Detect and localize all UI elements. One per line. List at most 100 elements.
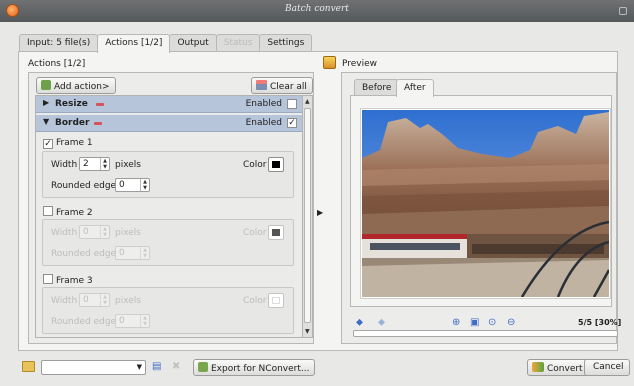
frame1-unit: pixels bbox=[115, 160, 141, 170]
frame2-color-button bbox=[268, 225, 284, 240]
frame2-rounded-label: Rounded edge bbox=[51, 249, 117, 259]
enabled-checkbox[interactable] bbox=[287, 99, 297, 109]
action-name: Resize bbox=[55, 99, 88, 109]
tab-status: Status bbox=[215, 34, 261, 52]
action-name: Border bbox=[55, 118, 90, 128]
frame1-label: Frame 1 bbox=[56, 138, 93, 148]
page-counter: 5/5 [30%] bbox=[578, 318, 622, 327]
save-icon[interactable]: ▤ bbox=[152, 361, 161, 372]
title-bar: Batch convert bbox=[0, 0, 634, 22]
frame2-unit: pixels bbox=[115, 228, 141, 238]
collapse-arrow-icon[interactable]: ▼ bbox=[43, 117, 49, 126]
frame3-width-value: 0 bbox=[83, 295, 89, 305]
frame1-color-label: Color bbox=[243, 160, 267, 170]
frame1-color-swatch bbox=[272, 161, 280, 168]
folder-icon[interactable] bbox=[22, 361, 35, 372]
convert-label: Convert bbox=[547, 364, 583, 374]
frame1-checkbox[interactable]: ✓ bbox=[43, 139, 53, 149]
tab-output[interactable]: Output bbox=[169, 34, 217, 52]
clear-all-label: Clear all bbox=[270, 82, 307, 92]
frame2-checkbox[interactable] bbox=[43, 206, 53, 216]
prev-arrow-icon[interactable]: ⬥ bbox=[356, 317, 363, 328]
tab-settings[interactable]: Settings bbox=[259, 34, 313, 52]
preview-image bbox=[362, 110, 609, 297]
action-header-resize[interactable]: ▶ Resize Enabled bbox=[36, 96, 302, 113]
frame3-unit: pixels bbox=[115, 296, 141, 306]
chevron-down-icon[interactable]: ▼ bbox=[137, 363, 142, 371]
preset-combo[interactable]: ▼ bbox=[41, 360, 146, 375]
frame3-color-swatch bbox=[272, 297, 280, 304]
collapse-preview-arrow-icon[interactable]: ▶ bbox=[317, 208, 323, 217]
spin-arrows-icon[interactable]: ▲ ▼ bbox=[100, 158, 109, 170]
tab-input[interactable]: Input: 5 file(s) bbox=[19, 34, 99, 52]
frame3-width-label: Width bbox=[51, 296, 78, 306]
zoom-out-icon[interactable]: ⊖ bbox=[507, 317, 515, 328]
cancel-button[interactable]: Cancel bbox=[584, 359, 630, 376]
scroll-up-icon[interactable]: ▲ bbox=[305, 98, 310, 105]
preview-title: Preview bbox=[342, 59, 378, 69]
frame1-rounded-label: Rounded edge bbox=[51, 181, 117, 191]
add-action-button[interactable]: Add action> bbox=[36, 77, 116, 94]
frame3-width-spinner: 0 ▲ ▼ bbox=[79, 293, 110, 307]
frame3-rounded-label: Rounded edge bbox=[51, 317, 117, 327]
convert-icon bbox=[532, 362, 544, 372]
frame3-checkbox[interactable] bbox=[43, 274, 53, 284]
frame1-width-value: 2 bbox=[83, 159, 89, 169]
frame2-toggle[interactable]: Frame 2 bbox=[43, 206, 93, 218]
spin-arrows-icon[interactable]: ▲ ▼ bbox=[140, 179, 149, 191]
frame3-color-label: Color bbox=[243, 296, 267, 306]
clear-all-icon bbox=[256, 80, 267, 90]
delete-icon: ✖ bbox=[172, 361, 181, 372]
zoom-in-icon[interactable]: ⊕ bbox=[452, 317, 460, 328]
frame3-rounded-value: 0 bbox=[119, 316, 125, 326]
enabled-label: Enabled bbox=[245, 118, 282, 128]
frame1-toggle[interactable]: ✓ Frame 1 bbox=[43, 138, 93, 149]
frame2-rounded-spinner: 0 ▲ ▼ bbox=[115, 246, 150, 260]
next-arrow-icon[interactable]: ⬥ bbox=[378, 317, 385, 328]
scrollbar-thumb[interactable] bbox=[304, 108, 311, 323]
frame2-rounded-value: 0 bbox=[119, 248, 125, 258]
expand-arrow-icon[interactable]: ▶ bbox=[43, 98, 49, 107]
spin-arrows-icon: ▲ ▼ bbox=[100, 226, 109, 238]
spin-arrows-icon: ▲ ▼ bbox=[100, 294, 109, 306]
tab-before[interactable]: Before bbox=[354, 79, 400, 96]
add-action-label: Add action> bbox=[54, 82, 110, 92]
zoom-original-icon[interactable]: ⊙ bbox=[488, 317, 496, 328]
frame3-color-button bbox=[268, 293, 284, 308]
export-nconvert-button[interactable]: Export for NConvert... bbox=[193, 359, 316, 376]
frame1-rounded-value: 0 bbox=[119, 180, 125, 190]
progress-bar bbox=[353, 330, 618, 337]
remove-action-icon[interactable] bbox=[94, 122, 102, 125]
add-action-icon bbox=[41, 80, 51, 90]
spin-arrows-icon: ▲ ▼ bbox=[140, 315, 149, 327]
window-title: Batch convert bbox=[285, 4, 349, 14]
frame2-width-label: Width bbox=[51, 228, 78, 238]
clear-all-button[interactable]: Clear all bbox=[251, 77, 313, 94]
action-header-border[interactable]: ▼ Border Enabled ✓ bbox=[36, 115, 302, 132]
frame1-width-spinner[interactable]: 2 ▲ ▼ bbox=[79, 157, 110, 171]
convert-button[interactable]: Convert bbox=[527, 359, 589, 376]
frame2-color-label: Color bbox=[243, 228, 267, 238]
tab-actions[interactable]: Actions [1/2] bbox=[97, 34, 171, 53]
frame1-rounded-spinner[interactable]: 0 ▲ ▼ bbox=[115, 178, 150, 192]
frame3-toggle[interactable]: Frame 3 bbox=[43, 274, 93, 286]
tab-after[interactable]: After bbox=[396, 79, 434, 97]
fit-window-icon[interactable]: ▣ bbox=[470, 317, 479, 328]
scroll-down-icon[interactable]: ▼ bbox=[305, 328, 310, 335]
frame2-width-spinner: 0 ▲ ▼ bbox=[79, 225, 110, 239]
preview-toggle-icon[interactable] bbox=[323, 56, 336, 69]
frame3-rounded-spinner: 0 ▲ ▼ bbox=[115, 314, 150, 328]
enabled-checkbox[interactable]: ✓ bbox=[287, 118, 297, 128]
maximize-icon[interactable] bbox=[619, 7, 627, 15]
frame3-label: Frame 3 bbox=[56, 276, 93, 286]
frame2-label: Frame 2 bbox=[56, 208, 93, 218]
main-tabs: Input: 5 file(s) Actions [1/2] Output St… bbox=[19, 34, 313, 53]
spin-arrows-icon: ▲ ▼ bbox=[140, 247, 149, 259]
frame1-width-label: Width bbox=[51, 160, 78, 170]
enabled-label: Enabled bbox=[245, 99, 282, 109]
action-list-scrollbar[interactable]: ▲ ▼ bbox=[302, 95, 313, 338]
remove-action-icon[interactable] bbox=[96, 103, 104, 106]
export-icon bbox=[198, 362, 208, 372]
frame1-color-button[interactable] bbox=[268, 157, 284, 172]
export-label: Export for NConvert... bbox=[211, 364, 310, 374]
